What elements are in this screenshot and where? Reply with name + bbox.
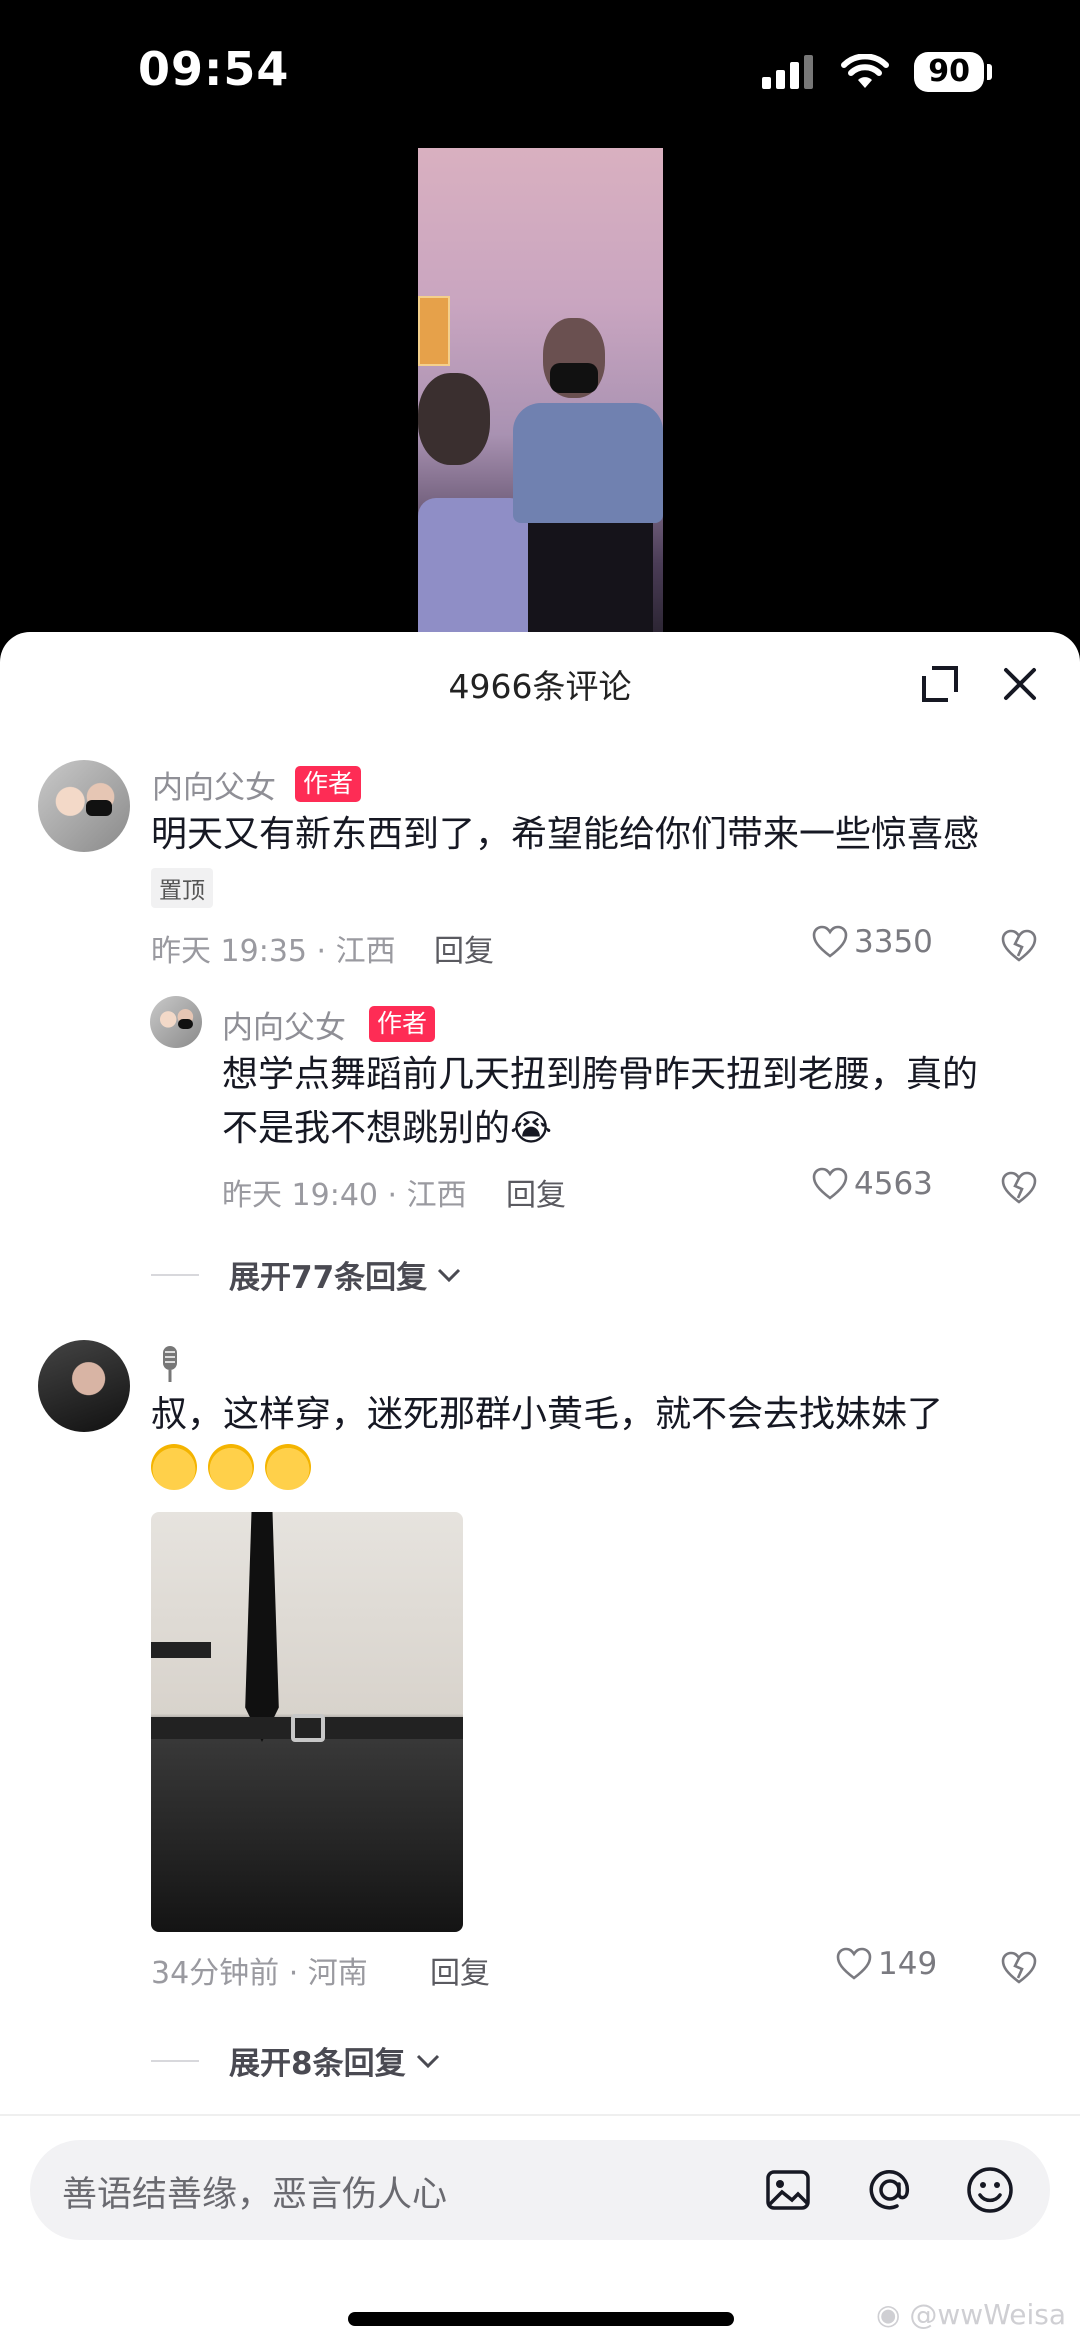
wifi-icon <box>841 54 890 88</box>
heart-icon <box>812 1167 848 1200</box>
like-count: 3350 <box>854 924 933 960</box>
video-person-girl-head <box>418 373 490 465</box>
like-button[interactable]: 149 <box>836 1946 937 1982</box>
like-count: 149 <box>878 1946 938 1982</box>
microphone-icon <box>163 1346 177 1382</box>
signal-icon <box>762 55 814 89</box>
chevron-down-icon <box>438 1268 461 1282</box>
image-icon[interactable] <box>764 2166 812 2214</box>
reply-button[interactable]: 回复 <box>430 1948 490 1992</box>
comment-sheet: 4966条评论 内向父女 作者 明天又有新东西到了，希望能给你们带来一些惊喜感 … <box>0 632 1080 2341</box>
comment-input[interactable]: 善语结善缘，恶言伤人心 <box>62 2166 447 2217</box>
avatar-mask <box>178 1019 193 1029</box>
heart-eyes-emoji <box>208 1444 255 1490</box>
avatar[interactable] <box>38 1340 130 1432</box>
comment-text: 叔，这样穿，迷死那群小黄毛，就不会去找妹妹了 <box>151 1394 944 1435</box>
expand-replies-label: 展开8条回复 <box>229 2046 406 2082</box>
avatar[interactable] <box>150 996 202 1048</box>
reply-button[interactable]: 回复 <box>506 1170 566 1214</box>
like-button[interactable]: 4563 <box>812 1166 933 1202</box>
comment-author[interactable]: 内向父女 <box>152 762 276 807</box>
emoji-row <box>151 1444 317 1490</box>
reply-text-line2: 不是我不想跳别的😭 <box>222 1108 553 1149</box>
comment-input-bar[interactable]: 善语结善缘，恶言伤人心 <box>30 2140 1050 2240</box>
expand-replies-button[interactable]: 展开8条回复 <box>151 2038 442 2083</box>
input-divider <box>0 2114 1080 2116</box>
necktie <box>245 1512 279 1742</box>
author-badge: 作者 <box>295 766 362 802</box>
heart-eyes-emoji <box>151 1444 197 1490</box>
belt-buckle <box>291 1714 325 1742</box>
video-person-man-mask <box>550 363 598 393</box>
reply-button[interactable]: 回复 <box>434 926 494 970</box>
reply-text-line1: 想学点舞蹈前几天扭到胯骨昨天扭到老腰，真的 <box>222 1054 979 1095</box>
divider <box>151 2059 199 2062</box>
emoji-icon[interactable] <box>964 2164 1016 2216</box>
video-person-man <box>513 403 663 523</box>
heart-icon <box>812 925 848 958</box>
dislike-icon[interactable] <box>1000 1168 1038 1206</box>
author-badge: 作者 <box>369 1006 436 1042</box>
battery-icon: 90 <box>914 52 992 92</box>
reply-author[interactable]: 内向父女 <box>222 1002 346 1047</box>
avatar-mask <box>86 800 112 816</box>
dislike-icon[interactable] <box>1000 1948 1038 1986</box>
watermark-text: @wwWeisa <box>909 2298 1066 2331</box>
at-icon[interactable] <box>864 2164 916 2216</box>
harness-strap <box>151 1642 211 1658</box>
comment-meta: 昨天 19:35 · 江西 <box>151 934 396 969</box>
heart-eyes-emoji <box>265 1444 312 1490</box>
home-indicator[interactable] <box>348 2312 734 2326</box>
chevron-down-icon <box>416 2054 439 2068</box>
video-preview[interactable] <box>418 148 663 668</box>
expand-icon[interactable] <box>918 662 962 706</box>
heart-icon <box>836 1947 872 1980</box>
like-button[interactable]: 3350 <box>812 924 933 960</box>
comment-text: 明天又有新东西到了，希望能给你们带来一些惊喜感 <box>151 814 980 855</box>
status-icons: 90 <box>762 52 992 92</box>
close-icon[interactable] <box>998 662 1042 706</box>
expand-replies-button[interactable]: 展开77条回复 <box>151 1252 463 1297</box>
watermark: ◉ @wwWeisa <box>876 2298 1066 2331</box>
dislike-icon[interactable] <box>1000 926 1038 964</box>
status-time: 09:54 <box>138 42 290 96</box>
weibo-icon: ◉ <box>876 2298 901 2331</box>
like-count: 4563 <box>854 1166 933 1202</box>
avatar[interactable] <box>38 760 130 852</box>
pinned-badge: 置顶 <box>151 868 213 908</box>
divider <box>151 1273 199 1276</box>
comment-meta: 34分钟前 · 河南 <box>151 1956 368 1991</box>
wall-poster <box>418 296 450 366</box>
comment-image[interactable] <box>151 1512 463 1932</box>
expand-replies-label: 展开77条回复 <box>229 1260 428 1296</box>
reply-meta: 昨天 19:40 · 江西 <box>222 1178 467 1213</box>
